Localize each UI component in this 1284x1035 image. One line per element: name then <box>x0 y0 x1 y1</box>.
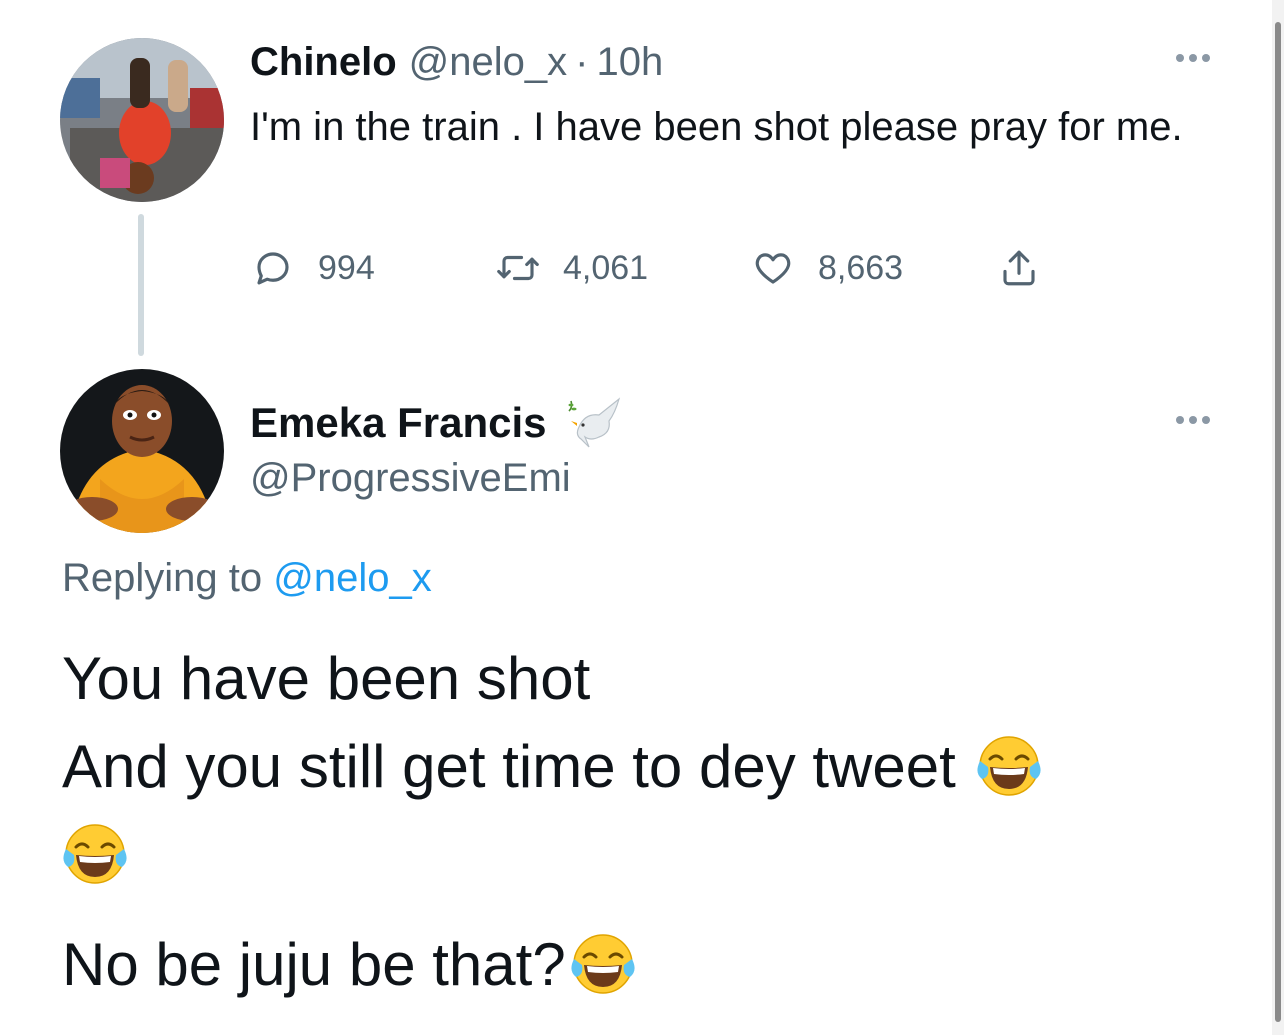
like-count: 8,663 <box>818 248 904 287</box>
reply-text-line-3 <box>62 818 1242 890</box>
reply-text-line-1: You have been shot <box>62 640 1242 716</box>
like-button[interactable]: 8,663 <box>750 240 903 296</box>
thread-connector-line <box>138 214 144 356</box>
retweet-button[interactable]: 4,061 <box>495 240 648 296</box>
separator-dot: · <box>575 39 589 84</box>
reply-text-line-2: And you still get time to dey tweet <box>62 728 1242 804</box>
replying-mention-link[interactable]: @nelo_x <box>273 556 431 600</box>
reply-button[interactable]: 994 <box>250 240 375 296</box>
more-icon[interactable] <box>1176 416 1210 424</box>
avatar-emeka-image <box>60 369 224 533</box>
replying-prefix: Replying to <box>62 556 263 600</box>
tweet-timestamp[interactable]: 10h <box>596 40 663 85</box>
reply-icon <box>250 245 296 291</box>
avatar-chinelo[interactable] <box>60 38 224 202</box>
retweet-count: 4,061 <box>563 248 649 287</box>
tweet-text: I'm in the train . I have been shot plea… <box>250 105 1183 149</box>
scrollbar-track[interactable] <box>1272 0 1284 1035</box>
author-name[interactable]: Chinelo <box>250 40 397 85</box>
tears-of-joy-emoji <box>62 821 128 887</box>
more-icon[interactable] <box>1176 54 1210 62</box>
avatar-emeka[interactable] <box>60 369 224 533</box>
reply-line-2-text: And you still get time to dey tweet <box>62 732 956 800</box>
reply-author-row: Emeka Francis <box>250 388 625 458</box>
share-button[interactable] <box>996 240 1042 296</box>
avatar-chinelo-image <box>60 38 224 202</box>
reply-count: 994 <box>318 248 375 287</box>
reply-line-4-text: No be juju be that? <box>62 930 566 998</box>
tears-of-joy-emoji <box>570 931 636 997</box>
tweet-header: Chinelo @nelo_x · 10h <box>250 34 663 90</box>
tweet-thread-screenshot: Chinelo @nelo_x · 10h I'm in the train .… <box>0 0 1284 1035</box>
tweet-actions: 994 4,061 8,663 <box>250 240 1070 296</box>
retweet-icon <box>495 245 541 291</box>
reply-line-1-text: You have been shot <box>62 644 591 712</box>
author-handle[interactable]: @nelo_x <box>409 40 567 85</box>
reply-author-name[interactable]: Emeka Francis <box>250 399 547 447</box>
replying-to-line: Replying to @nelo_x <box>62 556 432 601</box>
tears-of-joy-emoji <box>976 733 1042 799</box>
dove-icon <box>565 393 625 453</box>
reply-author-handle[interactable]: @ProgressiveEmi <box>250 456 571 501</box>
reply-text-line-4: No be juju be that? <box>62 926 1242 1002</box>
scrollbar-thumb[interactable] <box>1275 22 1281 1022</box>
share-icon <box>996 245 1042 291</box>
like-icon <box>750 245 796 291</box>
